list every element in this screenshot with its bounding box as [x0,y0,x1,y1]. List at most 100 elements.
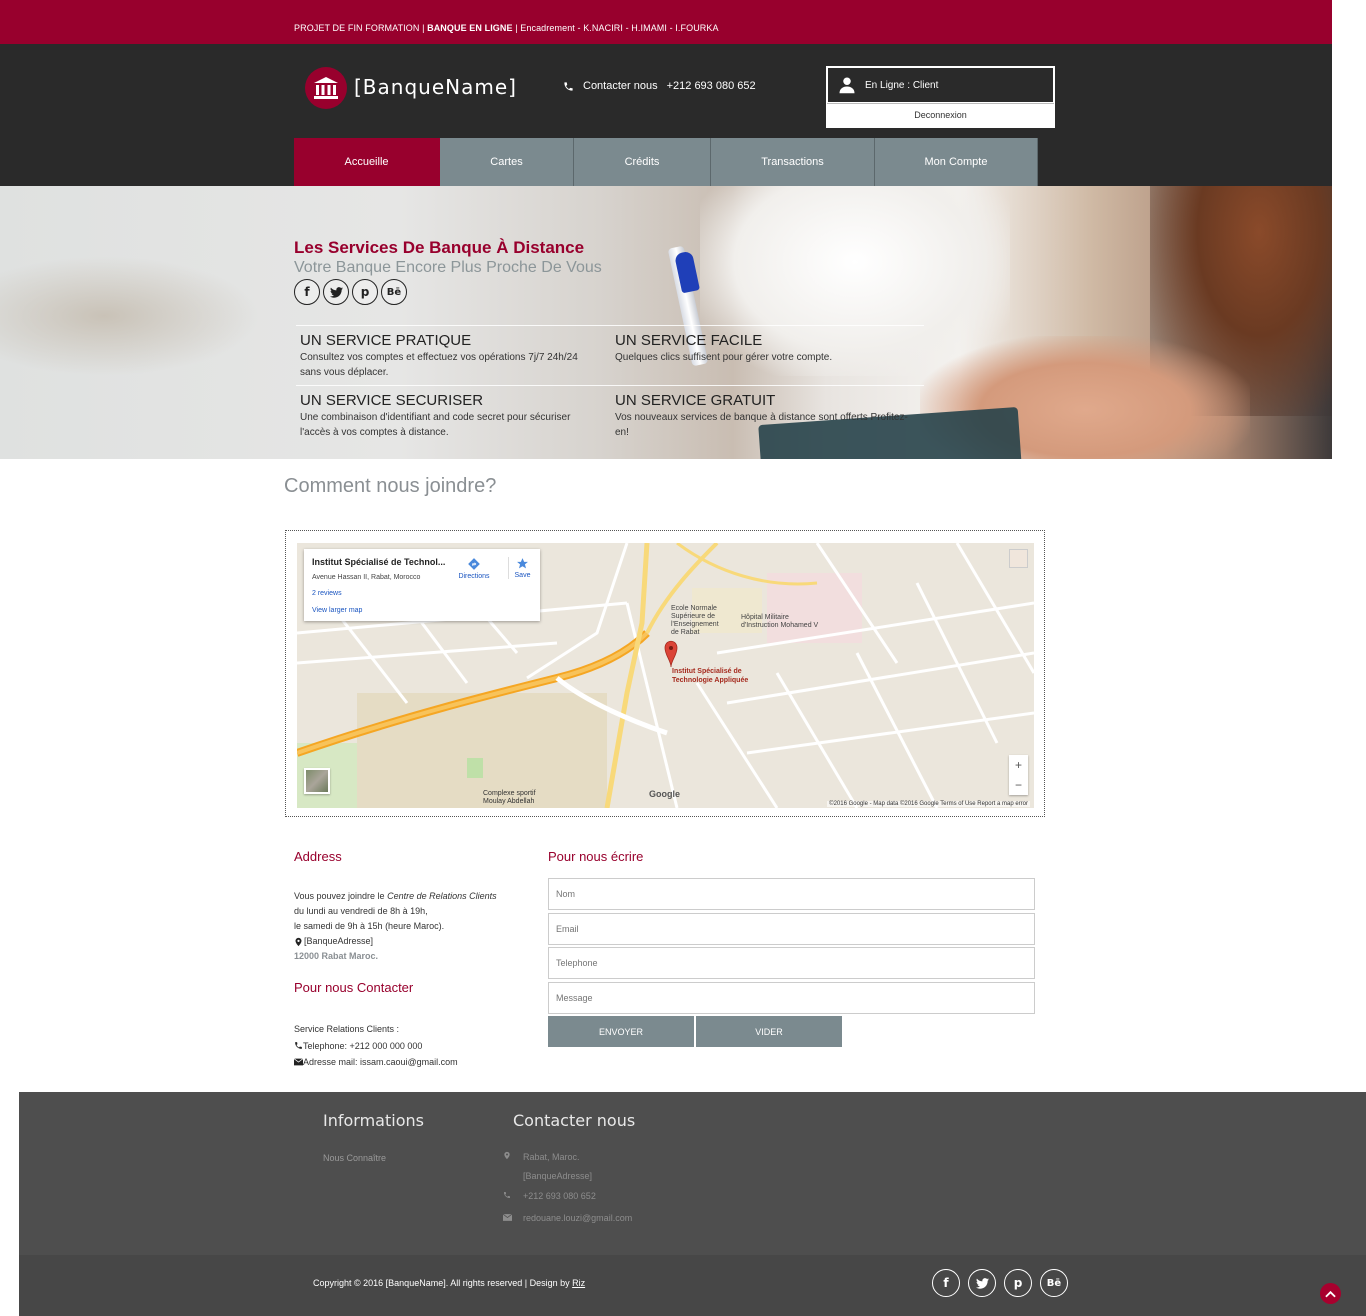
map-satellite-toggle[interactable] [304,768,330,794]
contact-label: Contacter nous [583,80,658,92]
email-field[interactable] [548,913,1035,945]
behance-icon[interactable]: Bē [381,279,407,305]
address-line1-italic: Centre de Relations Clients [387,891,497,901]
nav-item-accueille[interactable]: Accueille [294,138,440,186]
map-frame: Ecole Normale Supérieure de l'Enseigneme… [285,530,1045,817]
nav-item-transactions[interactable]: Transactions [711,138,875,186]
form-title: Pour nous écrire [548,849,644,864]
header: [BanqueName] Contacter nous +212 693 080… [0,44,1332,186]
contact-phone[interactable]: +212 693 080 652 [667,80,756,92]
user-icon [839,77,855,94]
contact-section-title: Comment nous joindre? [284,475,497,497]
footer-bottom [19,1255,1366,1316]
address-line4: [BanqueAdresse] [304,936,374,946]
project-prefix: PROJET DE FIN FORMATION | [294,23,428,33]
map-larger-link[interactable]: View larger map [312,607,362,614]
telephone-field[interactable] [548,947,1035,979]
contact-service: Service Relations Clients : [294,1024,400,1034]
status-label: En Ligne : Client [865,79,939,91]
map-directions-button[interactable]: Directions [454,557,494,580]
designer-link[interactable]: Riz [572,1278,585,1288]
user-status-box: En Ligne : Client Deconnexion [826,66,1055,128]
footer [19,1092,1366,1255]
service-title: UN SERVICE GRATUIT [615,392,776,409]
footer-address: [BanqueAdresse] [503,1171,592,1181]
address-line1: Vous pouvez joindre le [294,891,388,901]
map-reviews-link[interactable]: 2 reviews [312,590,342,597]
footer-phone: +212 693 080 652 [503,1191,596,1201]
phone-icon [295,1042,302,1050]
copyright: Copyright © 2016 [BanqueName]. All right… [313,1278,585,1288]
footer-email-text[interactable]: redouane.louzi@gmail.com [523,1213,632,1223]
twitter-icon[interactable] [968,1269,996,1297]
service-divider-middle [296,385,924,386]
zoom-out-button[interactable]: − [1009,775,1028,795]
footer-city-text: Rabat, Maroc. [523,1151,580,1162]
send-button[interactable]: ENVOYER [548,1016,694,1047]
service-text: Une combinaison d'identifiant and code s… [300,412,571,438]
map-marker-label: Institut Spécialisé de Technologie Appli… [672,668,749,684]
map-pin-icon [295,937,302,946]
service-text: Vos nouveaux services de banque à distan… [615,412,908,438]
map-save-button[interactable]: Save [508,557,536,579]
bank-name[interactable]: [BanqueName] [354,75,517,99]
message-field[interactable] [548,982,1035,1014]
project-suffix: | Encadrement - K.NACIRI - H.IMAMI - I.F… [512,23,719,33]
clear-button[interactable]: VIDER [696,1016,842,1047]
footer-address-text: [BanqueAdresse] [523,1171,593,1181]
header-contact: Contacter nous +212 693 080 652 [563,80,756,92]
phone-icon [564,81,573,91]
copyright-text: Copyright © 2016 [BanqueName]. All right… [313,1278,573,1288]
hero-background-blur [0,256,260,376]
service-title: UN SERVICE SECURISER [300,392,484,409]
address-line2: du lundi au vendredi de 8h à 19h, [294,906,428,916]
service-securiser: UN SERVICE SECURISER Une combinaison d'i… [300,392,600,440]
hero-banner: Les Services De Banque À Distance Votre … [0,186,1332,459]
nav-item-mon-compte[interactable]: Mon Compte [875,138,1038,186]
footer-city: Rabat, Maroc. [503,1151,580,1162]
service-pratique: UN SERVICE PRATIQUE Consultez vos compte… [300,332,600,380]
user-status: En Ligne : Client [827,67,1054,103]
project-info: PROJET DE FIN FORMATION | BANQUE EN LIGN… [294,23,719,33]
google-map[interactable]: Ecole Normale Supérieure de l'Enseigneme… [297,543,1034,808]
behance-icon[interactable]: Bē [1040,1269,1068,1297]
map-attribution[interactable]: ©2016 Google - Map data ©2016 Google Ter… [827,801,1030,807]
service-text: Consultez vos comptes et effectuez vos o… [300,352,578,378]
footer-info-title: Informations [323,1111,424,1130]
map-street-view-icon[interactable] [1009,549,1028,568]
facebook-icon[interactable]: f [294,279,320,305]
footer-link-about[interactable]: Nous Connaître [323,1153,386,1163]
nav-item-cartes[interactable]: Cartes [440,138,574,186]
logout-button[interactable]: Deconnexion [827,103,1054,125]
star-icon [517,558,528,569]
facebook-icon[interactable]: f [932,1269,960,1297]
pinterest-icon[interactable]: p [1004,1269,1032,1297]
pinterest-icon[interactable]: p [352,279,378,305]
map-label-sport: Complexe sportif Moulay Abdellah [483,790,536,805]
address-line5: 12000 Rabat Maroc. [294,951,379,961]
bank-logo-icon[interactable] [305,67,347,109]
twitter-icon[interactable] [323,279,349,305]
map-place-card: Institut Spécialisé de Technol... Avenue… [304,549,540,621]
footer-contact-title: Contacter nous [513,1111,636,1130]
contact-block: Service Relations Clients : Telephone: +… [294,1021,458,1071]
project-bold: BANQUE EN LIGNE [427,23,513,33]
contact-mail-line: Adresse mail: issam.caoui@gmail.com [303,1057,458,1067]
service-gratuit: UN SERVICE GRATUIT Vos nouveaux services… [615,392,915,440]
address-line3: le samedi de 9h à 15h (heure Maroc). [294,921,445,931]
page: PROJET DE FIN FORMATION | BANQUE EN LIGN… [0,0,1366,1316]
top-banner: PROJET DE FIN FORMATION | BANQUE EN LIGN… [0,0,1332,44]
contact-phone-line: Telephone: +212 000 000 000 [303,1040,423,1051]
footer-phone-text: +212 693 080 652 [523,1191,596,1201]
service-facile: UN SERVICE FACILE Quelques clics suffise… [615,332,915,365]
service-title: UN SERVICE PRATIQUE [300,332,472,349]
hero-subtitle: Votre Banque Encore Plus Proche De Vous [294,259,602,276]
zoom-in-button[interactable]: + [1009,755,1028,775]
address-block: Vous pouvez joindre le Centre de Relatio… [294,889,497,964]
service-title: UN SERVICE FACILE [615,332,763,349]
nav-item-credits[interactable]: Crédits [574,138,711,186]
main-nav: Accueille Cartes Crédits Transactions Mo… [294,138,1038,186]
scroll-to-top-button[interactable] [1320,1283,1341,1304]
name-field[interactable] [548,878,1035,910]
map-label-hospital: Hôpital Militaire d'Instruction Mohamed … [741,614,819,629]
